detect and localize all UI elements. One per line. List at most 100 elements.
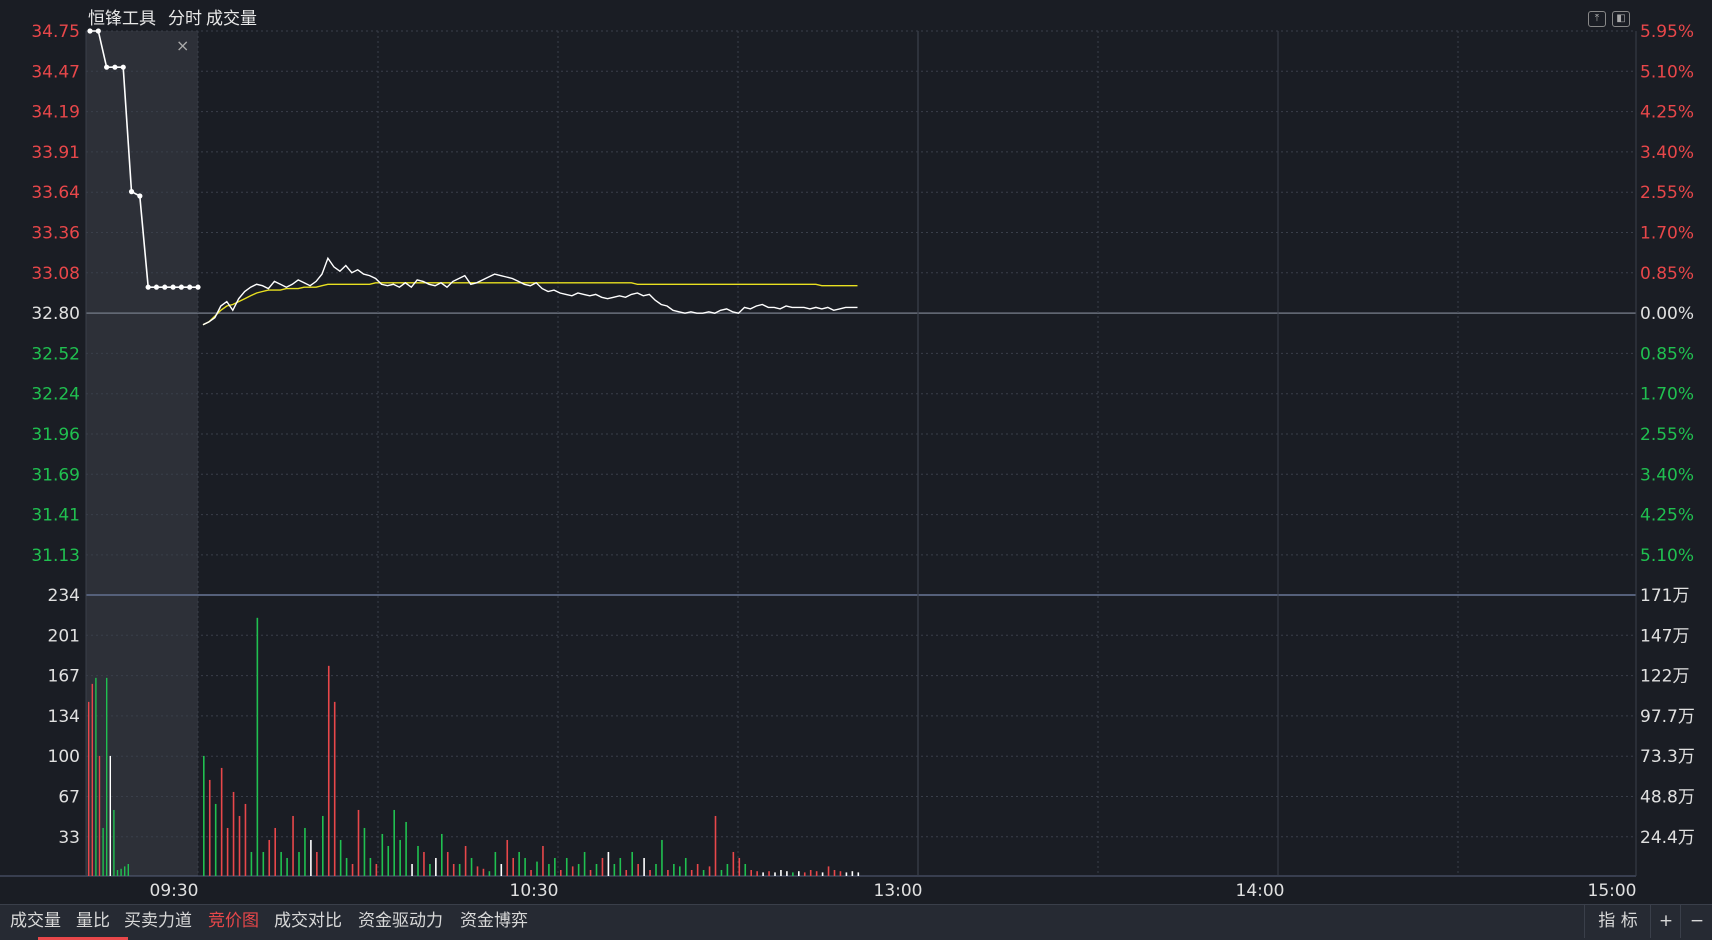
volume-bar[interactable]: [203, 755, 205, 876]
volume-bar[interactable]: [494, 851, 497, 876]
volume-bar[interactable]: [232, 791, 235, 876]
volume-bar[interactable]: [631, 851, 633, 876]
volume-bar[interactable]: [571, 866, 574, 876]
volume-bar[interactable]: [768, 871, 770, 876]
tab-trade-compare[interactable]: 成交对比: [270, 905, 346, 938]
auction-volume-bar[interactable]: [120, 868, 122, 876]
volume-bar[interactable]: [458, 863, 461, 876]
volume-bar[interactable]: [690, 869, 693, 876]
volume-bar[interactable]: [762, 872, 764, 876]
volume-bar[interactable]: [488, 871, 491, 876]
tab-capital-game[interactable]: 资金博弈: [456, 905, 532, 938]
volume-bar[interactable]: [625, 869, 628, 876]
auction-price-dot[interactable]: [112, 64, 118, 70]
zoom-in-button[interactable]: +: [1650, 905, 1681, 938]
volume-bar[interactable]: [548, 863, 550, 876]
volume-bar[interactable]: [750, 869, 752, 876]
volume-bar[interactable]: [756, 871, 758, 876]
volume-bar[interactable]: [565, 857, 568, 876]
volume-bar[interactable]: [809, 869, 812, 876]
volume-bar[interactable]: [679, 866, 681, 876]
auction-volume-bar[interactable]: [102, 827, 104, 876]
volume-bar[interactable]: [441, 833, 443, 876]
volume-bar[interactable]: [720, 869, 723, 876]
volume-bar[interactable]: [238, 815, 241, 876]
volume-bar[interactable]: [226, 827, 229, 876]
volume-bar[interactable]: [446, 851, 449, 876]
volume-bar[interactable]: [339, 839, 342, 876]
auction-volume-bar[interactable]: [88, 701, 90, 876]
volume-bar[interactable]: [613, 863, 616, 876]
volume-bar[interactable]: [375, 863, 378, 876]
volume-bar[interactable]: [583, 851, 586, 876]
auction-price-dot[interactable]: [128, 189, 135, 195]
volume-bar[interactable]: [714, 815, 717, 876]
auction-price-dot[interactable]: [162, 284, 168, 290]
auction-price-dot[interactable]: [104, 64, 110, 70]
volume-bar[interactable]: [399, 839, 401, 876]
auction-price-dot[interactable]: [95, 28, 101, 34]
panel-toggle-icon[interactable]: ◧: [1612, 11, 1630, 27]
volume-bar[interactable]: [327, 665, 330, 876]
volume-bar[interactable]: [738, 857, 741, 876]
volume-bar[interactable]: [649, 869, 651, 876]
volume-bar[interactable]: [845, 872, 848, 876]
volume-bar[interactable]: [673, 863, 675, 876]
volume-bar[interactable]: [393, 809, 395, 876]
volume-bar[interactable]: [803, 872, 806, 876]
auction-price-dot[interactable]: [187, 284, 193, 290]
tab-volume-ratio[interactable]: 量比: [72, 905, 114, 938]
volume-bar[interactable]: [405, 821, 407, 876]
volume-bar[interactable]: [381, 833, 384, 876]
volume-bar[interactable]: [298, 851, 300, 876]
volume-bar[interactable]: [208, 779, 211, 876]
volume-bar[interactable]: [857, 872, 860, 876]
volume-bar[interactable]: [655, 863, 657, 876]
volume-bar[interactable]: [577, 863, 580, 876]
volume-bar[interactable]: [667, 869, 669, 876]
auction-volume-bar[interactable]: [91, 683, 93, 876]
volume-bar[interactable]: [607, 851, 610, 876]
volume-bar[interactable]: [595, 863, 598, 876]
volume-bar[interactable]: [268, 839, 271, 876]
volume-bar[interactable]: [470, 857, 473, 876]
volume-bar[interactable]: [518, 851, 520, 876]
volume-bar[interactable]: [452, 863, 455, 876]
volume-bar[interactable]: [292, 815, 294, 876]
tab-volume[interactable]: 成交量: [6, 905, 65, 938]
volume-bar[interactable]: [250, 851, 253, 876]
volume-bar[interactable]: [363, 827, 366, 876]
auction-volume-bar[interactable]: [95, 677, 97, 876]
volume-bar[interactable]: [702, 869, 705, 876]
volume-bar[interactable]: [530, 869, 532, 876]
volume-bar[interactable]: [304, 827, 306, 876]
volume-bar[interactable]: [435, 857, 437, 876]
volume-bar[interactable]: [369, 857, 372, 876]
volume-bar[interactable]: [423, 851, 425, 876]
volume-bar[interactable]: [310, 839, 312, 876]
volume-bar[interactable]: [589, 869, 592, 876]
volume-bar[interactable]: [345, 857, 348, 876]
volume-bar[interactable]: [482, 868, 485, 876]
volume-bar[interactable]: [601, 857, 604, 876]
volume-bar[interactable]: [833, 869, 836, 876]
volume-bar[interactable]: [619, 857, 622, 876]
auction-price-dot[interactable]: [137, 193, 143, 199]
auction-price-dot[interactable]: [170, 284, 176, 290]
volume-bar[interactable]: [351, 863, 354, 876]
tab-buy-sell-force[interactable]: 买卖力道: [120, 905, 196, 938]
volume-bar[interactable]: [316, 851, 318, 876]
volume-bar[interactable]: [851, 871, 854, 876]
volume-bar[interactable]: [322, 815, 324, 876]
volume-bar[interactable]: [798, 871, 800, 876]
volume-bar[interactable]: [274, 827, 276, 876]
auction-volume-bar[interactable]: [106, 677, 108, 876]
volume-bar[interactable]: [333, 701, 336, 876]
volume-bar[interactable]: [684, 857, 687, 876]
volume-bar[interactable]: [726, 863, 729, 876]
auction-volume-bar[interactable]: [113, 809, 115, 876]
volume-bar[interactable]: [661, 839, 663, 876]
auction-price-dot[interactable]: [153, 284, 160, 290]
volume-bar[interactable]: [696, 863, 699, 876]
volume-bar[interactable]: [429, 863, 431, 876]
